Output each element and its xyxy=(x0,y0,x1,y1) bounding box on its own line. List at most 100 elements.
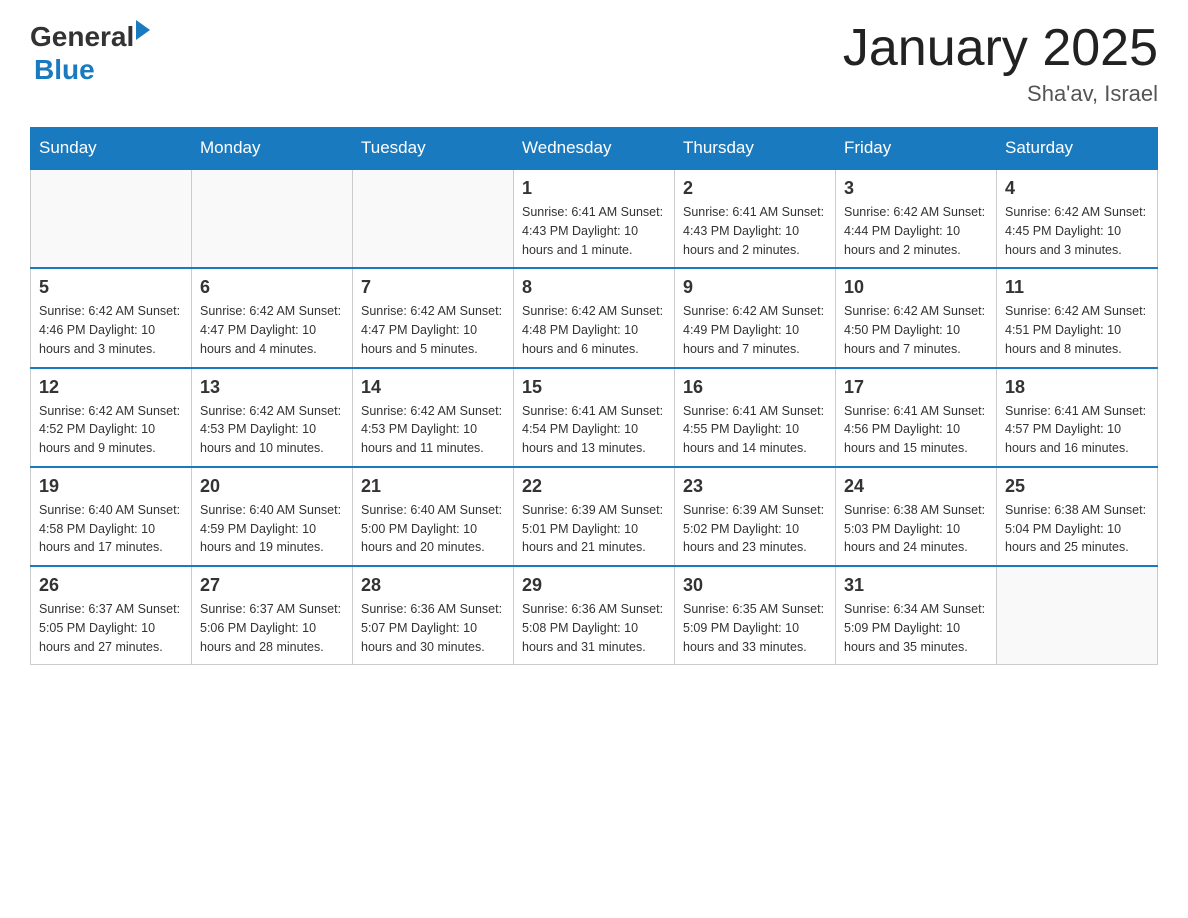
day-number: 7 xyxy=(361,277,505,298)
calendar-cell: 27 Sunrise: 6:37 AM Sunset: 5:06 PM Dayli… xyxy=(192,566,353,665)
day-number: 26 xyxy=(39,575,183,596)
day-number: 6 xyxy=(200,277,344,298)
calendar-cell: 11Sunrise: 6:42 AM Sunset: 4:51 PM Dayli… xyxy=(997,268,1158,367)
day-info: Sunrise: 6:40 AM Sunset: 4:58 PM Dayligh… xyxy=(39,501,183,557)
calendar-cell xyxy=(31,169,192,268)
calendar-cell: 18 Sunrise: 6:41 AM Sunset: 4:57 PM Dayli… xyxy=(997,368,1158,467)
day-info: Sunrise: 6:42 AM Sunset: 4:50 PM Dayligh… xyxy=(844,302,988,358)
day-info: Sunrise: 6:41 AM Sunset: 4:56 PM Dayligh… xyxy=(844,402,988,458)
day-info: Sunrise: 6:42 AM Sunset: 4:44 PM Dayligh… xyxy=(844,203,988,259)
day-info: Sunrise: 6:41 AM Sunset: 4:55 PM Dayligh… xyxy=(683,402,827,458)
calendar-cell: 24 Sunrise: 6:38 AM Sunset: 5:03 PM Dayli… xyxy=(836,467,997,566)
calendar-week-row: 5Sunrise: 6:42 AM Sunset: 4:46 PM Daylig… xyxy=(31,268,1158,367)
day-number: 21 xyxy=(361,476,505,497)
day-number: 22 xyxy=(522,476,666,497)
column-header-tuesday: Tuesday xyxy=(353,128,514,170)
day-info: Sunrise: 6:39 AM Sunset: 5:01 PM Dayligh… xyxy=(522,501,666,557)
day-info: Sunrise: 6:42 AM Sunset: 4:45 PM Dayligh… xyxy=(1005,203,1149,259)
day-number: 19 xyxy=(39,476,183,497)
day-number: 20 xyxy=(200,476,344,497)
calendar-cell: 13 Sunrise: 6:42 AM Sunset: 4:53 PM Dayli… xyxy=(192,368,353,467)
calendar-cell: 8 Sunrise: 6:42 AM Sunset: 4:48 PM Daylig… xyxy=(514,268,675,367)
day-number: 27 xyxy=(200,575,344,596)
calendar-cell: 14Sunrise: 6:42 AM Sunset: 4:53 PM Dayli… xyxy=(353,368,514,467)
calendar-cell: 23 Sunrise: 6:39 AM Sunset: 5:02 PM Dayli… xyxy=(675,467,836,566)
day-info: Sunrise: 6:42 AM Sunset: 4:51 PM Dayligh… xyxy=(1005,302,1149,358)
day-info: Sunrise: 6:40 AM Sunset: 5:00 PM Dayligh… xyxy=(361,501,505,557)
day-number: 1 xyxy=(522,178,666,199)
day-number: 25 xyxy=(1005,476,1149,497)
calendar-cell: 16Sunrise: 6:41 AM Sunset: 4:55 PM Dayli… xyxy=(675,368,836,467)
calendar-cell xyxy=(192,169,353,268)
day-info: Sunrise: 6:41 AM Sunset: 4:43 PM Dayligh… xyxy=(683,203,827,259)
calendar-cell: 7 Sunrise: 6:42 AM Sunset: 4:47 PM Daylig… xyxy=(353,268,514,367)
calendar-week-row: 12Sunrise: 6:42 AM Sunset: 4:52 PM Dayli… xyxy=(31,368,1158,467)
day-info: Sunrise: 6:38 AM Sunset: 5:04 PM Dayligh… xyxy=(1005,501,1149,557)
calendar-cell: 3 Sunrise: 6:42 AM Sunset: 4:44 PM Daylig… xyxy=(836,169,997,268)
day-number: 3 xyxy=(844,178,988,199)
day-info: Sunrise: 6:36 AM Sunset: 5:07 PM Dayligh… xyxy=(361,600,505,656)
calendar-cell: 10 Sunrise: 6:42 AM Sunset: 4:50 PM Dayli… xyxy=(836,268,997,367)
calendar-title: January 2025 xyxy=(843,20,1158,77)
day-info: Sunrise: 6:40 AM Sunset: 4:59 PM Dayligh… xyxy=(200,501,344,557)
calendar-week-row: 26 Sunrise: 6:37 AM Sunset: 5:05 PM Dayli… xyxy=(31,566,1158,665)
day-info: Sunrise: 6:38 AM Sunset: 5:03 PM Dayligh… xyxy=(844,501,988,557)
page-header: General Blue January 2025 Sha'av, Israel xyxy=(30,20,1158,107)
day-info: Sunrise: 6:41 AM Sunset: 4:54 PM Dayligh… xyxy=(522,402,666,458)
day-number: 4 xyxy=(1005,178,1149,199)
day-info: Sunrise: 6:39 AM Sunset: 5:02 PM Dayligh… xyxy=(683,501,827,557)
calendar-cell: 12Sunrise: 6:42 AM Sunset: 4:52 PM Dayli… xyxy=(31,368,192,467)
day-number: 29 xyxy=(522,575,666,596)
day-number: 31 xyxy=(844,575,988,596)
calendar-subtitle: Sha'av, Israel xyxy=(843,81,1158,107)
day-info: Sunrise: 6:42 AM Sunset: 4:49 PM Dayligh… xyxy=(683,302,827,358)
day-number: 12 xyxy=(39,377,183,398)
calendar-cell: 15 Sunrise: 6:41 AM Sunset: 4:54 PM Dayli… xyxy=(514,368,675,467)
calendar-cell: 19 Sunrise: 6:40 AM Sunset: 4:58 PM Dayli… xyxy=(31,467,192,566)
day-number: 13 xyxy=(200,377,344,398)
column-header-thursday: Thursday xyxy=(675,128,836,170)
calendar-cell xyxy=(997,566,1158,665)
calendar-table: SundayMondayTuesdayWednesdayThursdayFrid… xyxy=(30,127,1158,665)
logo-general-text: General xyxy=(30,21,134,53)
day-number: 9 xyxy=(683,277,827,298)
day-info: Sunrise: 6:41 AM Sunset: 4:57 PM Dayligh… xyxy=(1005,402,1149,458)
day-info: Sunrise: 6:35 AM Sunset: 5:09 PM Dayligh… xyxy=(683,600,827,656)
day-number: 15 xyxy=(522,377,666,398)
day-info: Sunrise: 6:42 AM Sunset: 4:53 PM Dayligh… xyxy=(200,402,344,458)
calendar-cell: 20 Sunrise: 6:40 AM Sunset: 4:59 PM Dayli… xyxy=(192,467,353,566)
calendar-cell: 6 Sunrise: 6:42 AM Sunset: 4:47 PM Daylig… xyxy=(192,268,353,367)
calendar-cell: 30Sunrise: 6:35 AM Sunset: 5:09 PM Dayli… xyxy=(675,566,836,665)
day-number: 28 xyxy=(361,575,505,596)
calendar-cell: 17 Sunrise: 6:41 AM Sunset: 4:56 PM Dayli… xyxy=(836,368,997,467)
day-number: 23 xyxy=(683,476,827,497)
day-info: Sunrise: 6:42 AM Sunset: 4:47 PM Dayligh… xyxy=(361,302,505,358)
day-number: 24 xyxy=(844,476,988,497)
calendar-header-row: SundayMondayTuesdayWednesdayThursdayFrid… xyxy=(31,128,1158,170)
calendar-cell: 2Sunrise: 6:41 AM Sunset: 4:43 PM Daylig… xyxy=(675,169,836,268)
column-header-friday: Friday xyxy=(836,128,997,170)
calendar-week-row: 19 Sunrise: 6:40 AM Sunset: 4:58 PM Dayli… xyxy=(31,467,1158,566)
day-number: 10 xyxy=(844,277,988,298)
day-info: Sunrise: 6:42 AM Sunset: 4:47 PM Dayligh… xyxy=(200,302,344,358)
calendar-cell: 29Sunrise: 6:36 AM Sunset: 5:08 PM Dayli… xyxy=(514,566,675,665)
calendar-week-row: 1 Sunrise: 6:41 AM Sunset: 4:43 PM Daylig… xyxy=(31,169,1158,268)
day-number: 17 xyxy=(844,377,988,398)
column-header-monday: Monday xyxy=(192,128,353,170)
calendar-cell: 22 Sunrise: 6:39 AM Sunset: 5:01 PM Dayli… xyxy=(514,467,675,566)
calendar-cell: 9 Sunrise: 6:42 AM Sunset: 4:49 PM Daylig… xyxy=(675,268,836,367)
calendar-cell: 21 Sunrise: 6:40 AM Sunset: 5:00 PM Dayli… xyxy=(353,467,514,566)
day-number: 14 xyxy=(361,377,505,398)
day-number: 8 xyxy=(522,277,666,298)
day-number: 18 xyxy=(1005,377,1149,398)
logo-triangle-icon xyxy=(136,20,150,40)
title-block: January 2025 Sha'av, Israel xyxy=(843,20,1158,107)
day-info: Sunrise: 6:37 AM Sunset: 5:06 PM Dayligh… xyxy=(200,600,344,656)
column-header-wednesday: Wednesday xyxy=(514,128,675,170)
calendar-cell xyxy=(353,169,514,268)
calendar-cell: 1Sunrise: 6:41 AM Sunset: 4:43 PM Daylig… xyxy=(514,169,675,268)
day-info: Sunrise: 6:42 AM Sunset: 4:48 PM Dayligh… xyxy=(522,302,666,358)
logo: General Blue xyxy=(30,20,150,86)
day-info: Sunrise: 6:37 AM Sunset: 5:05 PM Dayligh… xyxy=(39,600,183,656)
column-header-sunday: Sunday xyxy=(31,128,192,170)
